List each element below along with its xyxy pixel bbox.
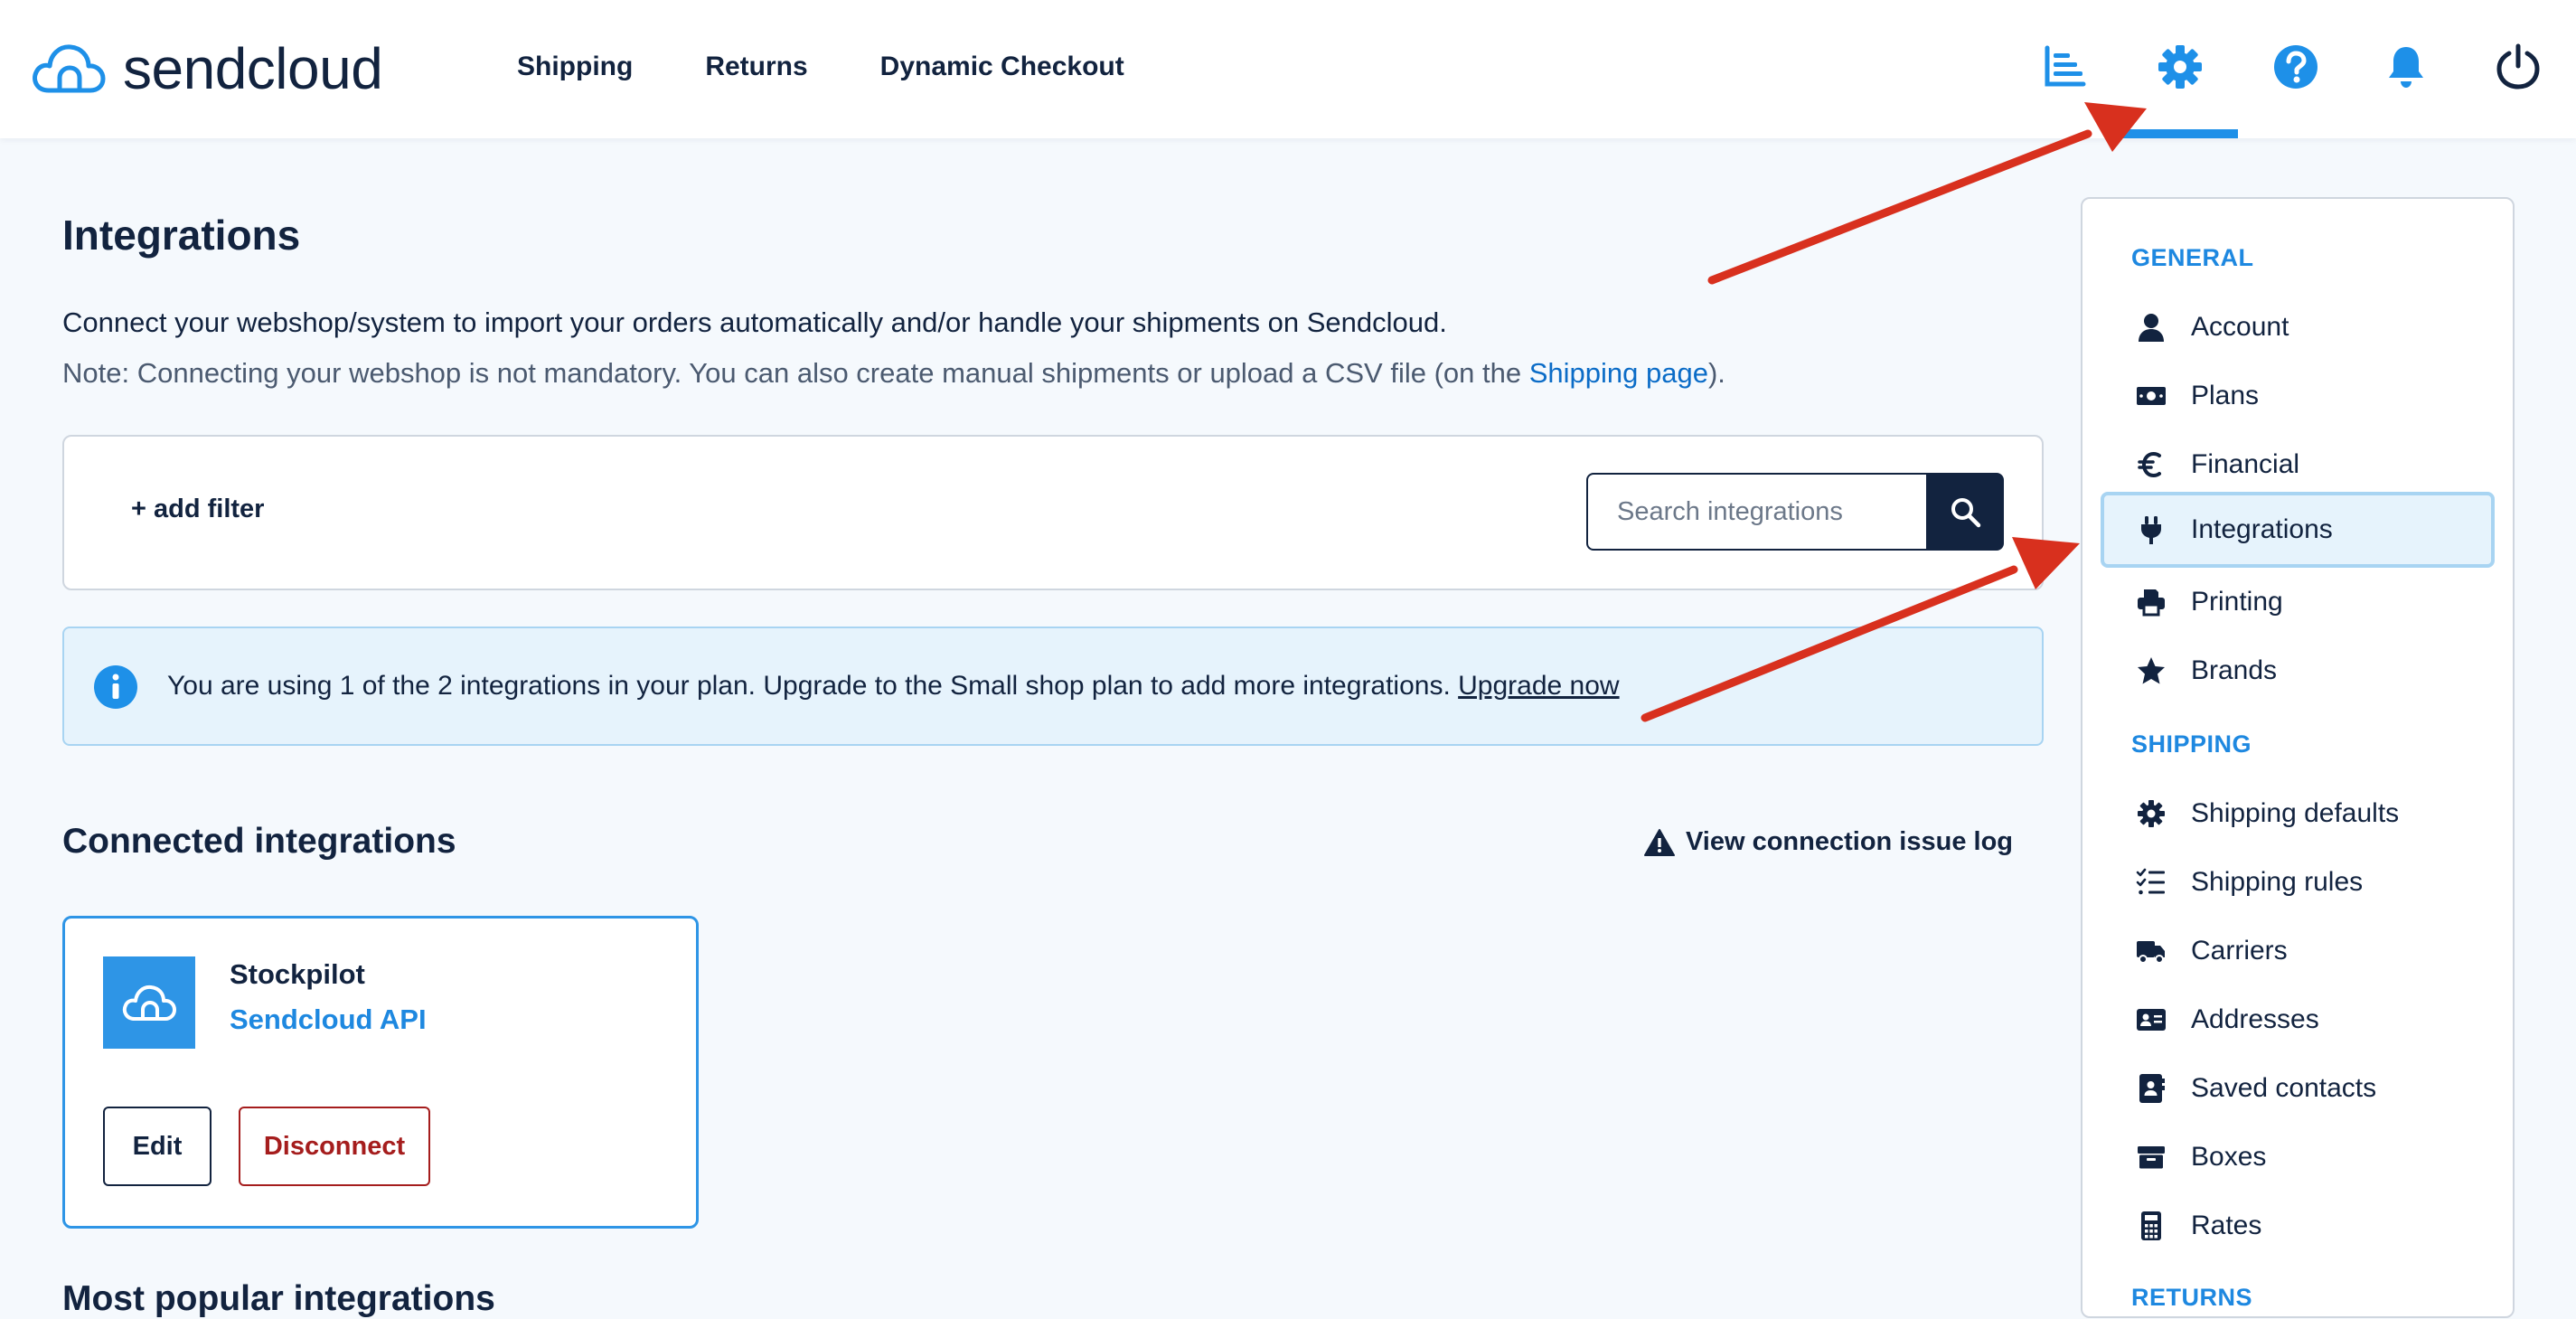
sidebar-item-label: Boxes (2191, 1142, 2267, 1172)
sidebar-item-plans[interactable]: Plans (2101, 358, 2495, 434)
gear-icon[interactable] (2148, 34, 2213, 99)
cloud-logo-icon (33, 44, 106, 93)
sidebar-item-label: Integrations (2191, 514, 2333, 544)
sidebar-item-label: Saved contacts (2191, 1073, 2377, 1103)
info-icon (94, 665, 137, 709)
address-card-icon (2133, 1002, 2169, 1038)
euro-icon (2133, 447, 2169, 483)
sidebar-item-boxes[interactable]: Boxes (2101, 1119, 2495, 1195)
sidebar-item-brands[interactable]: Brands (2101, 633, 2495, 709)
sidebar-item-label: Brands (2191, 655, 2278, 685)
disconnect-button[interactable]: Disconnect (239, 1107, 430, 1186)
checklist-icon (2133, 864, 2169, 900)
star-icon (2133, 653, 2169, 689)
bell-icon[interactable] (2374, 34, 2439, 99)
search-icon (1951, 498, 1981, 528)
sidebar-item-label: Rates (2191, 1211, 2262, 1240)
plan-info-banner: You are using 1 of the 2 integrations in… (62, 627, 2044, 746)
popular-integrations-title: Most popular integrations (62, 1279, 495, 1318)
gear-icon (2133, 796, 2169, 832)
sidebar-item-label: Carriers (2191, 936, 2288, 966)
warning-icon (1643, 828, 1675, 856)
integration-type: Sendcloud API (230, 1003, 427, 1035)
sidebar-item-label: Plans (2191, 381, 2260, 410)
sidebar-item-label: Shipping defaults (2191, 798, 2400, 828)
shipping-page-link[interactable]: Shipping page (1529, 357, 1708, 389)
search-button[interactable] (1926, 473, 2004, 551)
sidebar-item-account[interactable]: Account (2101, 289, 2495, 365)
sidebar-item-label: Shipping rules (2191, 867, 2364, 897)
money-icon (2133, 378, 2169, 414)
truck-icon (2133, 933, 2169, 969)
logo-text: sendcloud (123, 36, 383, 101)
integration-logo (103, 956, 195, 1049)
sidebar-item-carriers[interactable]: Carriers (2101, 913, 2495, 989)
printer-icon (2133, 584, 2169, 620)
returns-heading: RETURNS (2131, 1284, 2253, 1311)
sidebar-item-printing[interactable]: Printing (2101, 564, 2495, 640)
general-heading: GENERAL (2131, 244, 2254, 271)
integration-name: Stockpilot (230, 958, 365, 990)
page-title: Integrations (62, 212, 301, 259)
sidebar-item-label: Account (2191, 312, 2289, 342)
user-icon (2133, 309, 2169, 345)
sendcloud-logo[interactable]: sendcloud (29, 31, 383, 107)
view-issue-log-button[interactable]: View connection issue log (1643, 827, 2013, 857)
active-tab-indicator (2122, 129, 2238, 138)
banner-message: You are using 1 of the 2 integrations in… (167, 671, 1459, 701)
note-suffix: ). (1707, 357, 1725, 389)
search-group (1586, 473, 2004, 551)
sidebar-item-integrations[interactable]: Integrations (2101, 492, 2495, 568)
top-header: sendcloud Shipping Returns Dynamic Check… (0, 0, 2576, 138)
nav-returns[interactable]: Returns (705, 52, 807, 82)
nav-shipping[interactable]: Shipping (517, 52, 633, 82)
issue-log-label: View connection issue log (1685, 827, 2013, 856)
sidebar-item-shipping-rules[interactable]: Shipping rules (2101, 844, 2495, 920)
connected-integrations-title: Connected integrations (62, 822, 456, 861)
sidebar-item-label: Addresses (2191, 1004, 2319, 1034)
power-icon[interactable] (2486, 34, 2551, 99)
plug-icon (2133, 512, 2169, 548)
box-icon (2133, 1139, 2169, 1175)
help-icon[interactable] (2263, 34, 2328, 99)
edit-button[interactable]: Edit (103, 1107, 212, 1186)
upgrade-now-link[interactable]: Upgrade now (1458, 671, 1619, 701)
nav-dynamic-checkout[interactable]: Dynamic Checkout (880, 52, 1124, 82)
filter-bar: + add filter (62, 435, 2044, 590)
sidebar-item-saved-contacts[interactable]: Saved contacts (2101, 1050, 2495, 1126)
note-prefix: Note: Connecting your webshop is not man… (62, 357, 1529, 389)
note-text: Note: Connecting your webshop is not man… (62, 357, 1725, 390)
sidebar-item-rates[interactable]: Rates (2101, 1188, 2495, 1264)
sidebar-item-label: Financial (2191, 449, 2300, 479)
calculator-icon (2133, 1208, 2169, 1244)
cloud-logo-icon (122, 985, 176, 1021)
sidebar-item-label: Printing (2191, 587, 2283, 617)
analytics-icon[interactable] (2032, 34, 2097, 99)
sidebar-item-addresses[interactable]: Addresses (2101, 982, 2495, 1058)
intro-text: Connect your webshop/system to import yo… (62, 306, 1447, 338)
sidebar-item-shipping-defaults[interactable]: Shipping defaults (2101, 776, 2495, 852)
settings-sidebar: GENERAL Account Plans Financial Integrat… (2081, 197, 2515, 1318)
main-nav: Shipping Returns Dynamic Checkout (517, 0, 1197, 134)
search-input[interactable] (1586, 473, 1926, 551)
contact-book-icon (2133, 1070, 2169, 1107)
add-filter-button[interactable]: + add filter (131, 495, 264, 524)
shipping-heading: SHIPPING (2131, 730, 2252, 758)
banner-text: You are using 1 of the 2 integrations in… (167, 671, 1620, 702)
integration-card: Stockpilot Sendcloud API Edit Disconnect (62, 916, 699, 1229)
